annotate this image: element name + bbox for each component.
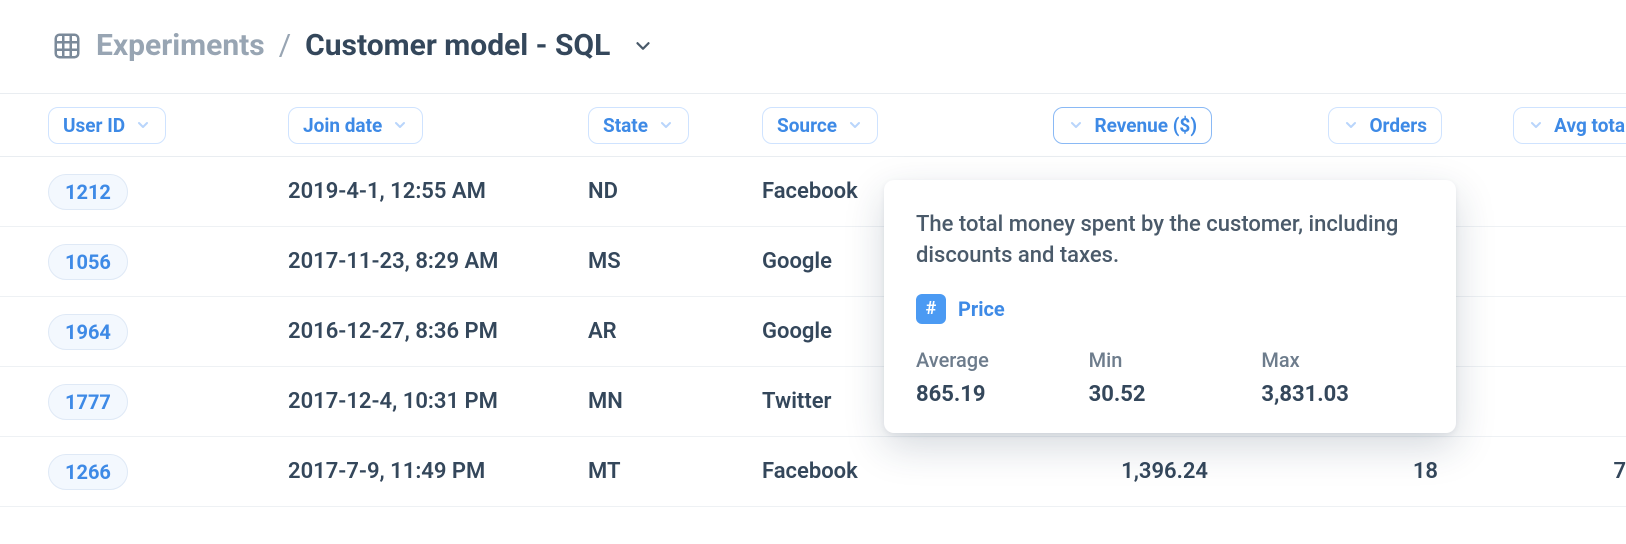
user-id-chip[interactable]: 1777	[48, 384, 128, 420]
cell-state: MT	[588, 459, 762, 484]
tooltip-description: The total money spent by the customer, i…	[916, 210, 1424, 272]
table-row: 1266 2017-7-9, 11:49 PM MT Facebook 1,39…	[0, 437, 1626, 507]
column-header-source[interactable]: Source	[762, 107, 878, 144]
column-header-orders[interactable]: Orders	[1328, 107, 1442, 144]
column-header-join-date[interactable]: Join date	[288, 107, 423, 144]
tooltip-stats: Average 865.19 Min 30.52 Max 3,831.03	[916, 348, 1424, 407]
stat-value: 865.19	[916, 382, 1079, 407]
cell-state: MS	[588, 249, 762, 274]
column-tooltip: The total money spent by the customer, i…	[884, 180, 1456, 433]
tooltip-type-row: # Price	[916, 294, 1424, 324]
chevron-down-icon	[135, 117, 151, 133]
cell-state: AR	[588, 319, 762, 344]
stat-value: 30.52	[1089, 382, 1252, 407]
stat-label: Min	[1089, 348, 1252, 372]
cell-source: Facebook	[762, 459, 982, 484]
cell-revenue: 1,396.24	[982, 459, 1212, 484]
cell-avg-total: .58	[1442, 319, 1626, 344]
cell-avg-total: 77.57	[1442, 459, 1626, 484]
stat-label: Average	[916, 348, 1079, 372]
breadcrumb-parent[interactable]: Experiments	[96, 28, 265, 63]
tooltip-type-label: Price	[958, 297, 1005, 321]
page-title: Customer model - SQL	[305, 28, 610, 63]
title-dropdown-button[interactable]	[632, 35, 654, 57]
cell-join-date: 2017-11-23, 8:29 AM	[288, 249, 588, 274]
breadcrumb-separator: /	[279, 28, 291, 63]
cell-avg-total: .56	[1442, 249, 1626, 274]
column-label: Avg total ($)	[1554, 114, 1626, 137]
table-icon	[52, 31, 82, 61]
number-type-icon: #	[916, 294, 946, 324]
cell-avg-total: .90	[1442, 179, 1626, 204]
column-header-revenue[interactable]: Revenue ($)	[1053, 107, 1212, 144]
stat-max: Max 3,831.03	[1261, 348, 1424, 407]
cell-orders: 18	[1212, 459, 1442, 484]
chevron-down-icon	[1343, 117, 1359, 133]
column-label: Orders	[1369, 114, 1427, 137]
column-header-user-id[interactable]: User ID	[48, 107, 166, 144]
stat-label: Max	[1261, 348, 1424, 372]
user-id-chip[interactable]: 1266	[48, 454, 128, 490]
cell-join-date: 2017-12-4, 10:31 PM	[288, 389, 588, 414]
stat-average: Average 865.19	[916, 348, 1079, 407]
user-id-chip[interactable]: 1212	[48, 174, 128, 210]
column-label: Revenue ($)	[1094, 114, 1197, 137]
column-header-avg-total[interactable]: Avg total ($)	[1513, 107, 1626, 144]
cell-join-date: 2017-7-9, 11:49 PM	[288, 459, 588, 484]
column-label: Join date	[303, 114, 382, 137]
chevron-down-icon	[658, 117, 674, 133]
cell-join-date: 2019-4-1, 12:55 AM	[288, 179, 588, 204]
stat-min: Min 30.52	[1089, 348, 1252, 407]
column-header-state[interactable]: State	[588, 107, 689, 144]
table-header-row: User ID Join date State	[0, 93, 1626, 157]
column-label: User ID	[63, 114, 125, 137]
column-label: State	[603, 114, 648, 137]
user-id-chip[interactable]: 1964	[48, 314, 128, 350]
chevron-down-icon	[1528, 117, 1544, 133]
stat-value: 3,831.03	[1261, 382, 1424, 407]
breadcrumb: Experiments / Customer model - SQL	[0, 0, 1626, 93]
cell-state: ND	[588, 179, 762, 204]
user-id-chip[interactable]: 1056	[48, 244, 128, 280]
cell-state: MN	[588, 389, 762, 414]
chevron-down-icon	[847, 117, 863, 133]
cell-join-date: 2016-12-27, 8:36 PM	[288, 319, 588, 344]
chevron-down-icon	[392, 117, 408, 133]
column-label: Source	[777, 114, 837, 137]
cell-avg-total: .50	[1442, 389, 1626, 414]
chevron-down-icon	[1068, 117, 1084, 133]
